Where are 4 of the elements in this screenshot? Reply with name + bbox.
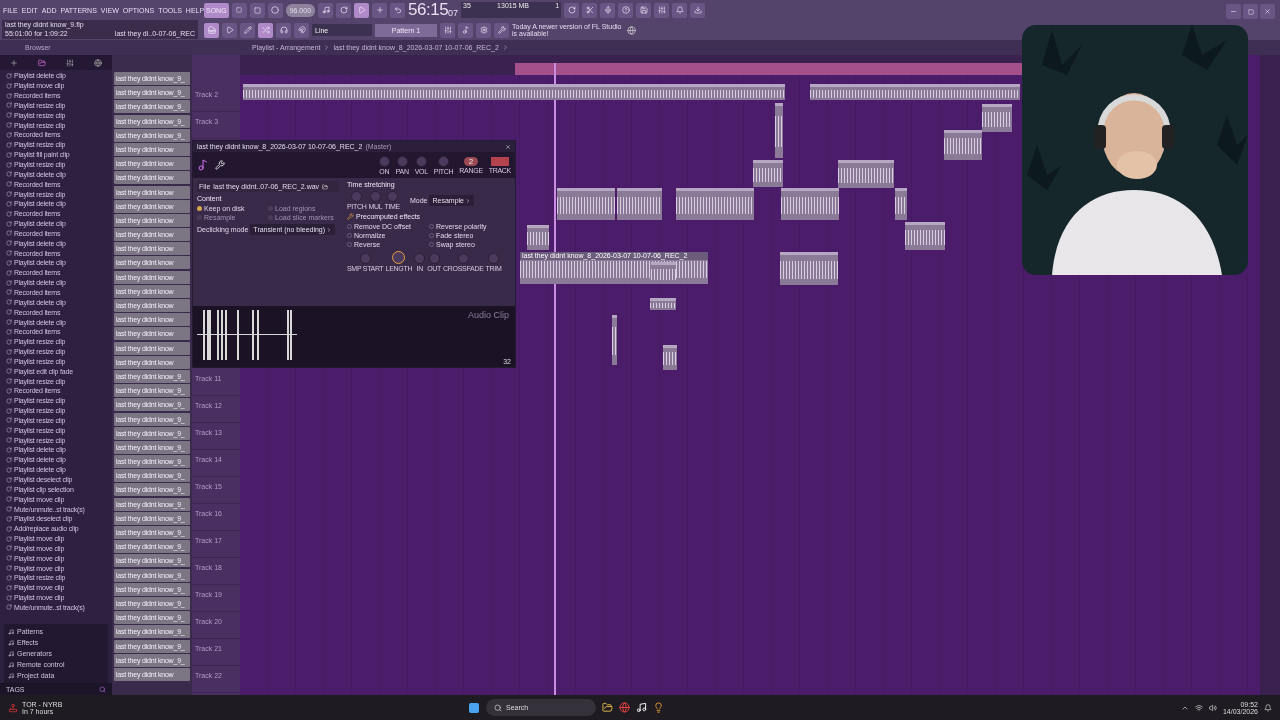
time-display-frames: 07: [448, 8, 459, 18]
clip-caption: Audio Clip: [467, 310, 509, 320]
range-field[interactable]: 2: [463, 156, 479, 166]
time-display: 56:15: [408, 0, 449, 20]
